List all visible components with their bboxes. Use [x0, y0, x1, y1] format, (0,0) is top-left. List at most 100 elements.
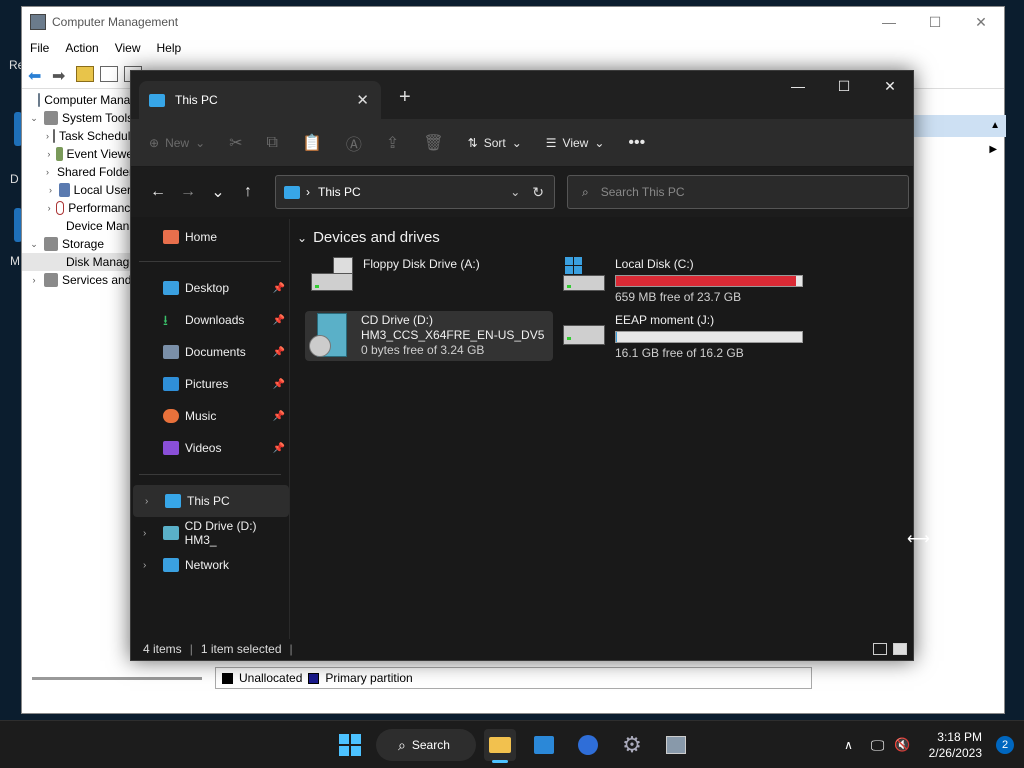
pin-icon[interactable]: 📌	[273, 411, 285, 422]
pin-icon[interactable]: 📌	[273, 379, 285, 390]
menu-file[interactable]: File	[30, 41, 49, 55]
usage-fill	[616, 276, 797, 286]
pin-icon[interactable]: 📌	[273, 347, 285, 358]
start-button[interactable]	[334, 729, 366, 761]
show-hidden-icons[interactable]: ∧	[844, 738, 853, 752]
pin-icon[interactable]: 📌	[273, 315, 285, 326]
pane-divider[interactable]	[289, 219, 290, 639]
drive-floppy[interactable]: Floppy Disk Drive (A:)	[311, 257, 480, 293]
nav-home[interactable]: Home	[131, 223, 289, 251]
expand-icon[interactable]: ›	[46, 149, 52, 159]
pin-icon[interactable]: 📌	[273, 283, 285, 294]
minimize-icon[interactable]: —	[866, 14, 912, 31]
tree-item[interactable]: ⌄ Storage	[22, 235, 137, 253]
forward-arrow-icon[interactable]: ➡	[52, 66, 70, 85]
tiles-view-icon[interactable]	[893, 643, 907, 655]
expand-chevron-icon[interactable]: ›	[143, 560, 146, 571]
pin-icon[interactable]: 📌	[273, 443, 285, 454]
collapse-up-icon[interactable]: ▲	[990, 115, 1000, 137]
paste-icon[interactable]: 📋	[302, 133, 322, 153]
settings-taskbar-button[interactable]: ⚙	[616, 729, 648, 761]
tree-item[interactable]: Computer Manag	[22, 91, 137, 109]
maximize-icon[interactable]: ☐	[821, 71, 867, 101]
back-arrow-icon[interactable]: ⬅	[28, 66, 46, 85]
nav-desktop[interactable]: Desktop 📌	[131, 272, 289, 304]
recent-chevron-icon[interactable]: ⌄	[203, 182, 233, 202]
expand-icon[interactable]: ›	[46, 167, 49, 177]
tree-item[interactable]: › Shared Folders	[22, 163, 137, 181]
expand-icon[interactable]: ›	[46, 185, 55, 195]
sort-button[interactable]: ⇅ Sort ⌄	[468, 136, 522, 150]
tree-item[interactable]: › Task Scheduler	[22, 127, 137, 145]
close-icon[interactable]: ✕	[867, 71, 913, 101]
menu-action[interactable]: Action	[65, 41, 98, 55]
expand-icon[interactable]: ›	[28, 275, 40, 285]
show-hide-tree-icon[interactable]	[100, 65, 118, 82]
group-header[interactable]: ⌄ Devices and drives	[297, 229, 440, 246]
expand-chevron-icon[interactable]: ›	[145, 496, 148, 507]
address-dropdown-icon[interactable]: ⌄	[510, 185, 520, 199]
nav-documents[interactable]: Documents 📌	[131, 336, 289, 368]
copy-icon[interactable]: ⧉	[267, 134, 278, 152]
nav-music[interactable]: Music 📌	[131, 400, 289, 432]
menu-help[interactable]: Help	[157, 41, 182, 55]
nav-cd-drive[interactable]: › CD Drive (D:) HM3_	[131, 517, 289, 549]
expand-icon[interactable]: ›	[46, 131, 49, 141]
expand-icon[interactable]: ⌄	[28, 113, 40, 124]
nav-downloads[interactable]: ⭳ Downloads 📌	[131, 304, 289, 336]
rename-icon[interactable]: Ⓐ	[346, 131, 362, 155]
address-bar[interactable]: › This PC ⌄ ↻	[275, 175, 555, 209]
expand-icon[interactable]: ›	[46, 203, 52, 213]
forward-arrow-icon[interactable]: →	[173, 183, 203, 201]
expand-icon[interactable]: ⌄	[28, 239, 40, 250]
nav-videos[interactable]: Videos 📌	[131, 432, 289, 464]
tree-item[interactable]: Disk Management	[22, 253, 137, 271]
drive-c[interactable]: Local Disk (C:) 659 MB free of 23.7 GB	[563, 257, 803, 305]
actions-header[interactable]: t ▲	[902, 115, 1006, 137]
computer-management-taskbar-button[interactable]	[660, 729, 692, 761]
tree-item[interactable]: › Event Viewer	[22, 145, 137, 163]
tab-this-pc[interactable]: This PC ✕	[139, 81, 381, 119]
view-button[interactable]: ☰ View ⌄	[546, 136, 605, 150]
file-explorer-taskbar-button[interactable]	[484, 729, 516, 763]
network-icon[interactable]: 🖵	[871, 737, 885, 754]
cut-icon[interactable]: ✂	[229, 133, 242, 153]
back-arrow-icon[interactable]: ←	[143, 183, 173, 201]
maximize-icon[interactable]: ☐	[912, 14, 958, 31]
tree-item[interactable]: Device Manager	[22, 217, 137, 235]
share-icon[interactable]: ⇪	[386, 133, 399, 153]
close-tab-icon[interactable]: ✕	[356, 91, 369, 109]
tree-item[interactable]: › Performance	[22, 199, 137, 217]
tree-item[interactable]: › Local Users	[22, 181, 137, 199]
tree-item[interactable]: › Services and	[22, 271, 137, 289]
refresh-icon[interactable]: ↻	[532, 184, 544, 201]
store-taskbar-button[interactable]	[528, 729, 560, 761]
cm-titlebar[interactable]: Computer Management — ☐ ✕	[22, 7, 1004, 37]
clock[interactable]: 3:18 PM 2/26/2023	[929, 729, 982, 761]
minimize-icon[interactable]: —	[775, 71, 821, 101]
drive-d[interactable]: CD Drive (D:) HM3_CCS_X64FRE_EN-US_DV5 0…	[305, 311, 553, 361]
more-options-icon[interactable]: •••	[628, 134, 645, 152]
address-text: This PC	[318, 185, 361, 199]
actions-item[interactable]: s ▶	[902, 141, 997, 155]
new-button[interactable]: ⊕ New ⌄	[149, 136, 205, 150]
horizontal-scrollbar[interactable]	[32, 677, 202, 680]
up-folder-icon[interactable]	[76, 65, 94, 82]
nav-this-pc[interactable]: › This PC	[133, 485, 289, 517]
close-icon[interactable]: ✕	[958, 14, 1004, 31]
up-arrow-icon[interactable]: ↑	[233, 183, 263, 201]
new-tab-icon[interactable]: +	[399, 86, 411, 109]
nav-pictures[interactable]: Pictures 📌	[131, 368, 289, 400]
search-input[interactable]: ⌕ Search This PC	[567, 175, 909, 209]
delete-icon[interactable]: 🗑	[423, 133, 443, 153]
expand-chevron-icon[interactable]: ›	[143, 528, 146, 539]
details-view-icon[interactable]	[873, 643, 887, 655]
taskbar-search[interactable]: ⌕ Search	[376, 729, 476, 761]
drive-j[interactable]: EEAP moment (J:) 16.1 GB free of 16.2 GB	[563, 313, 803, 361]
notification-badge[interactable]: 2	[996, 736, 1014, 754]
volume-muted-icon[interactable]: 🔇	[894, 737, 910, 753]
menu-view[interactable]: View	[115, 41, 141, 55]
nav-network[interactable]: › Network	[131, 549, 289, 581]
firefox-taskbar-button[interactable]	[572, 729, 604, 761]
tree-item[interactable]: ⌄ System Tools	[22, 109, 137, 127]
